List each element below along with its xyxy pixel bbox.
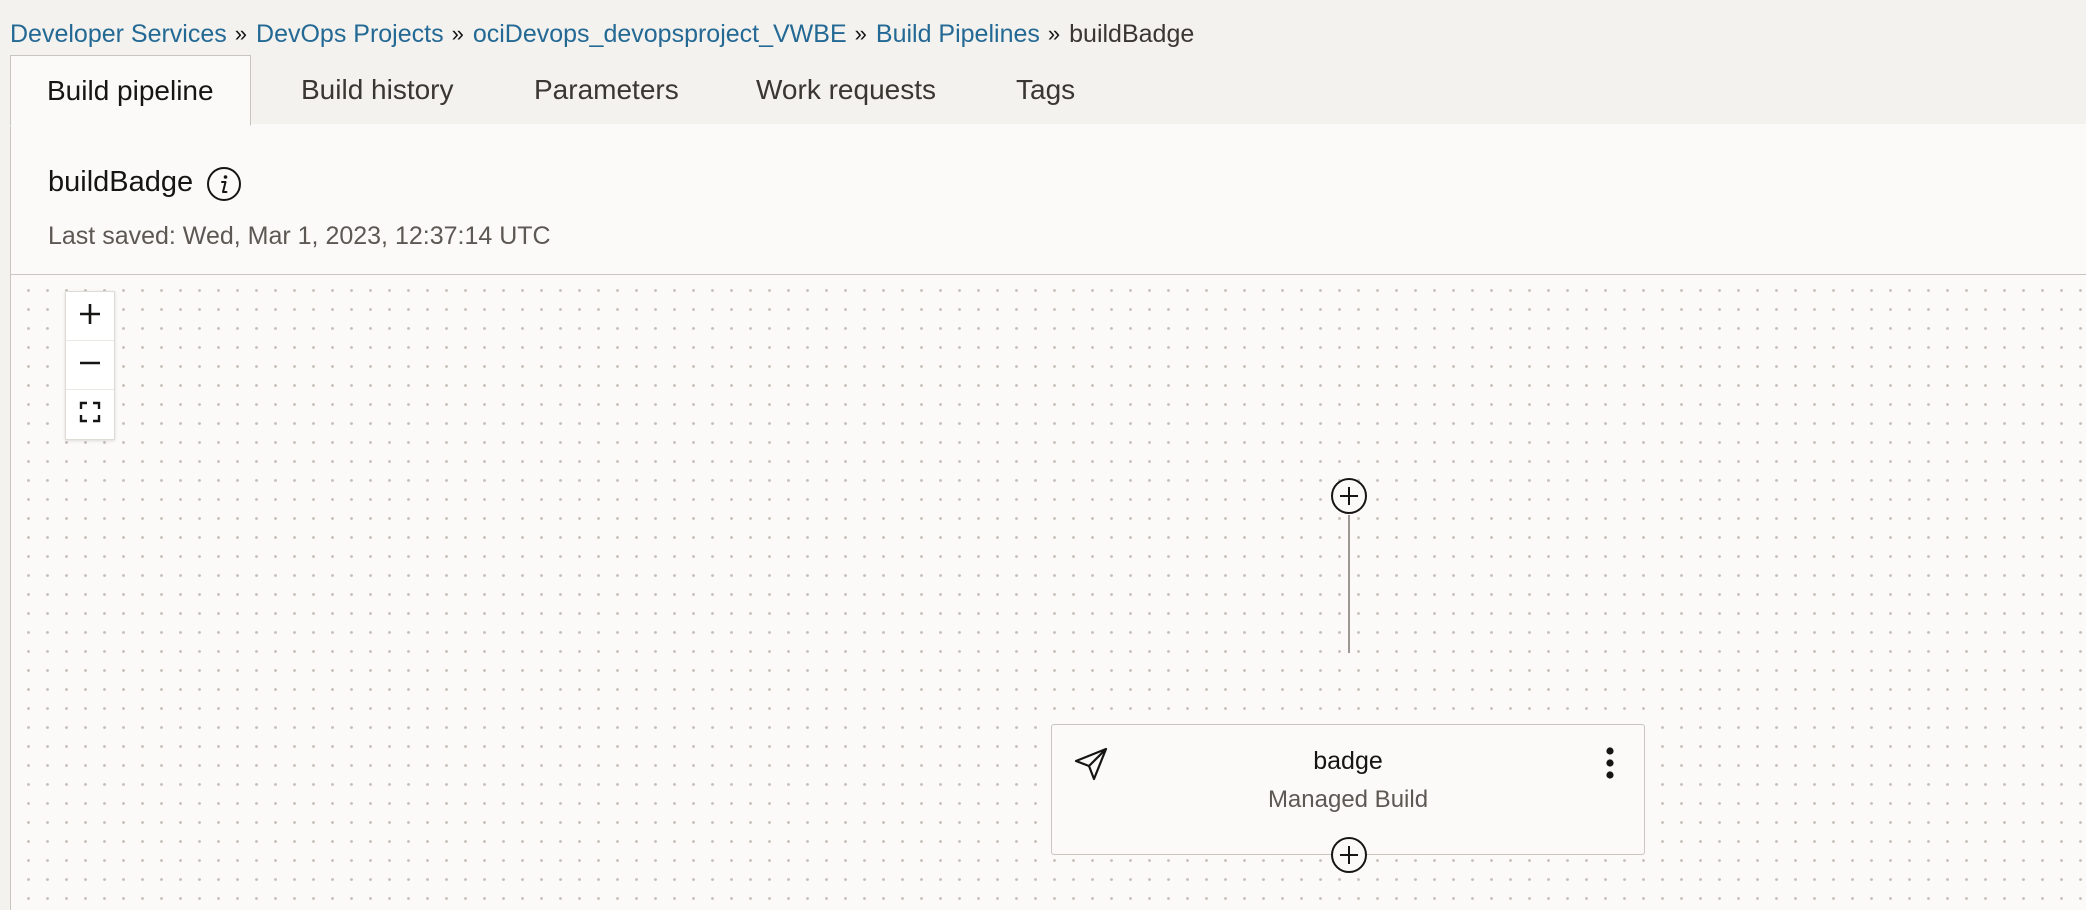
zoom-out-icon — [77, 350, 103, 381]
tab-bar: Build pipeline Build history Parameters … — [10, 55, 2086, 126]
tab-work-requests[interactable]: Work requests — [756, 55, 936, 125]
breadcrumb-separator: » — [234, 21, 248, 46]
tab-parameters[interactable]: Parameters — [534, 55, 679, 125]
pipeline-header: buildBadge Last saved: Wed, Mar 1, 2023,… — [11, 124, 2086, 275]
breadcrumb-current: buildBadge — [1069, 19, 1195, 48]
main-panel: buildBadge Last saved: Wed, Mar 1, 2023,… — [10, 124, 2086, 910]
breadcrumb-build-pipelines[interactable]: Build Pipelines — [876, 20, 1040, 49]
last-saved-timestamp: Last saved: Wed, Mar 1, 2023, 12:37:14 U… — [48, 222, 551, 250]
tab-tags[interactable]: Tags — [1016, 55, 1075, 125]
fit-to-screen-button[interactable] — [66, 390, 114, 439]
zoom-controls — [65, 291, 115, 440]
stage-connector-line — [1348, 515, 1350, 653]
breadcrumb-separator: » — [854, 21, 867, 46]
add-stage-above-icon[interactable] — [1330, 477, 1368, 515]
breadcrumb-separator: » — [451, 21, 464, 46]
breadcrumb-project[interactable]: ociDevops_devopsproject_VWBE — [473, 20, 847, 49]
breadcrumb: Developer Services » DevOps Projects » o… — [10, 14, 1194, 54]
pipeline-canvas[interactable]: badge Managed Build — [11, 275, 2086, 910]
tab-build-history[interactable]: Build history — [301, 55, 454, 125]
fit-to-screen-icon — [78, 400, 102, 429]
tab-build-pipeline[interactable]: Build pipeline — [10, 55, 251, 126]
stage-type: Managed Build — [1267, 786, 1429, 813]
add-stage-below-icon[interactable] — [1330, 836, 1368, 874]
breadcrumb-developer-services[interactable]: Developer Services — [10, 20, 227, 49]
breadcrumb-devops-projects[interactable]: DevOps Projects — [256, 20, 444, 49]
breadcrumb-separator: » — [1047, 21, 1061, 46]
info-icon[interactable] — [206, 166, 242, 202]
stage-name: badge — [1313, 747, 1383, 775]
kebab-menu-icon[interactable] — [1600, 743, 1620, 783]
zoom-out-button[interactable] — [66, 341, 114, 390]
zoom-in-icon — [77, 301, 103, 332]
zoom-in-button[interactable] — [66, 292, 114, 341]
page-title: buildBadge — [48, 166, 194, 198]
